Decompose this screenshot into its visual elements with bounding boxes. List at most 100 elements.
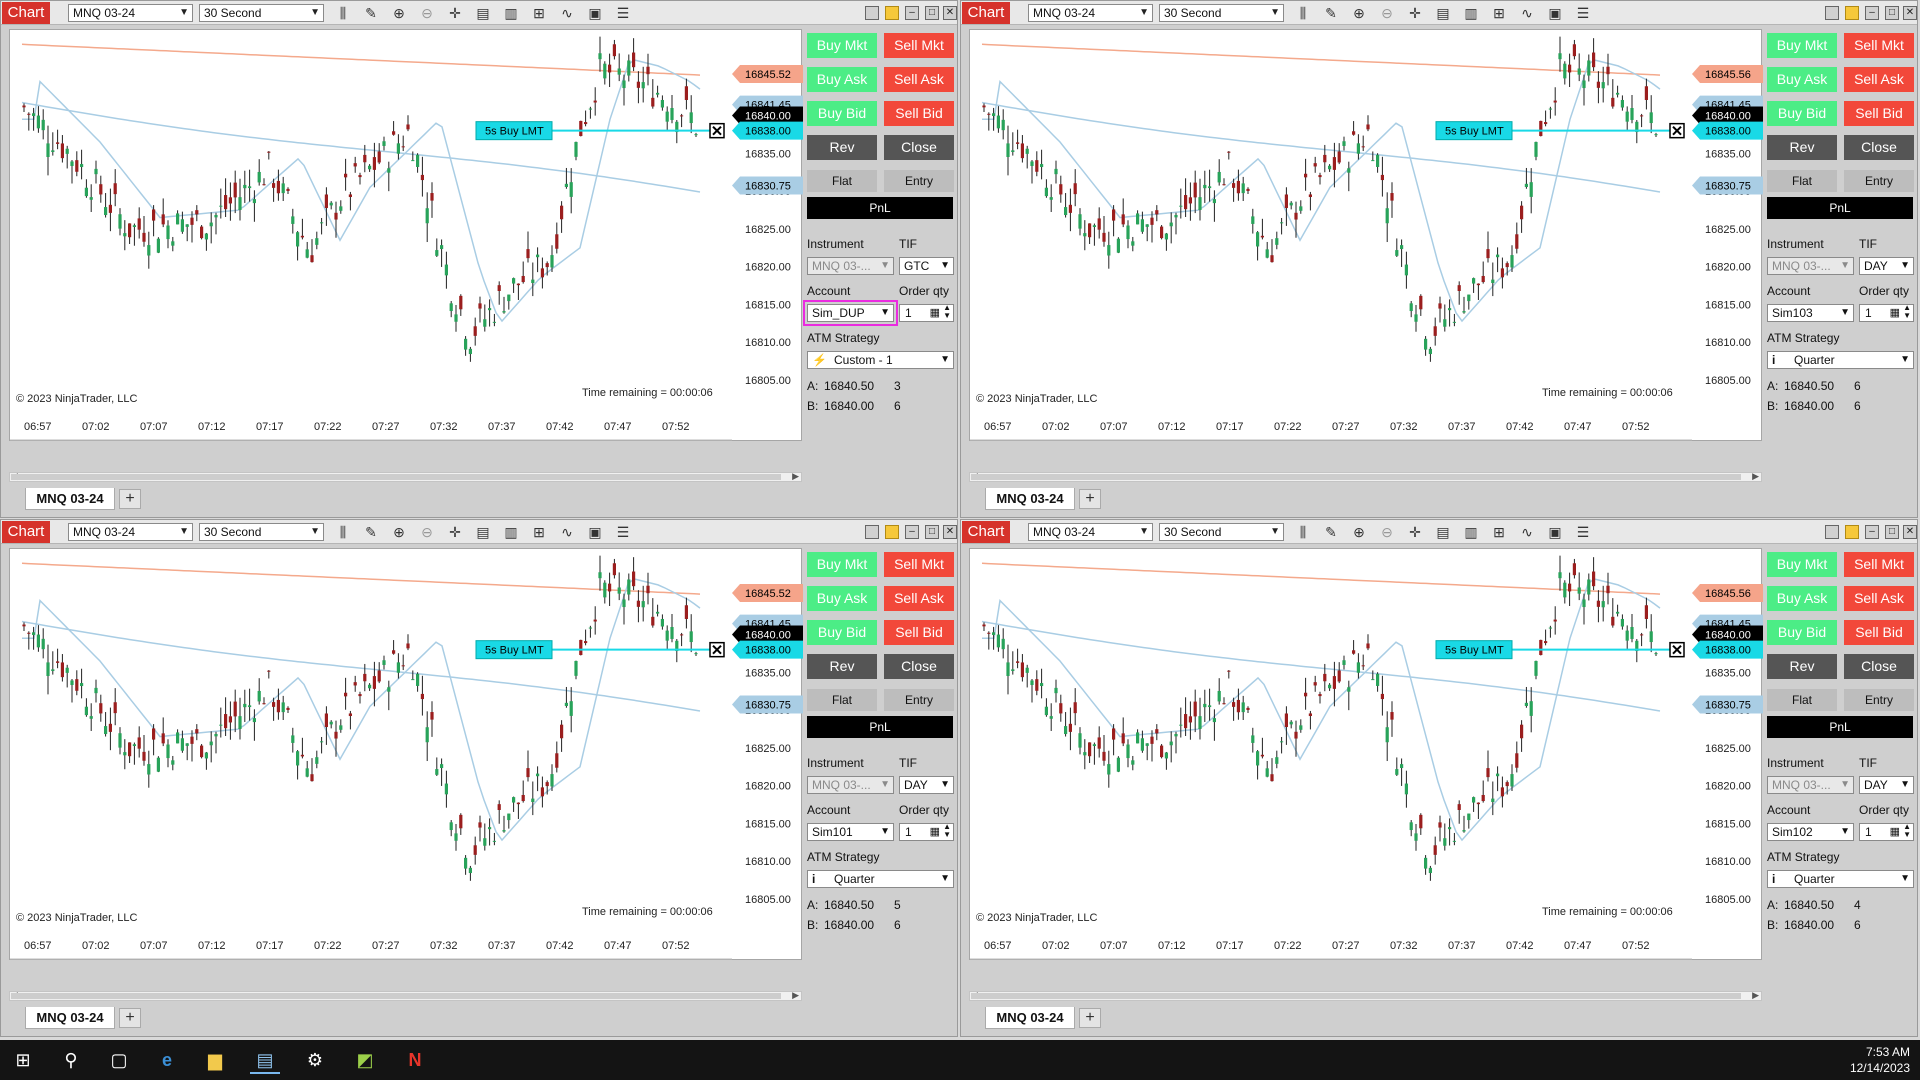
indicators-icon[interactable]: ⊞: [1491, 5, 1507, 21]
horizontal-scrollbar[interactable]: ◀ ▶: [9, 990, 802, 1001]
add-tab-button[interactable]: +: [119, 489, 141, 509]
instrument-field[interactable]: MNQ 03-... ▼: [1767, 257, 1854, 275]
spin-arrows-icon[interactable]: ▲ ▼: [1903, 304, 1911, 320]
sell-market-button[interactable]: Sell Mkt: [1844, 552, 1914, 577]
ninjatrader-logo-icon[interactable]: N: [400, 1046, 430, 1074]
tab-instrument[interactable]: MNQ 03-24: [25, 488, 115, 510]
scroll-right-icon[interactable]: ▶: [792, 990, 799, 1001]
buy-ask-button[interactable]: Buy Ask: [1767, 586, 1837, 611]
calculator-icon[interactable]: ▦: [930, 824, 940, 840]
zoom-out-icon[interactable]: ⊖: [419, 5, 435, 21]
settings-gear-icon[interactable]: ⚙: [300, 1046, 330, 1074]
maximize-icon[interactable]: □: [925, 6, 939, 20]
drawing-tool-icon[interactable]: ✎: [1323, 524, 1339, 540]
instrument-selector[interactable]: MNQ 03-24 ▼: [1028, 4, 1153, 22]
sell-ask-button[interactable]: Sell Ask: [1844, 67, 1914, 92]
instrument-field[interactable]: MNQ 03-... ▼: [1767, 776, 1854, 794]
buy-market-button[interactable]: Buy Mkt: [1767, 33, 1837, 58]
account-select[interactable]: Sim103 ▼: [1767, 304, 1854, 322]
data-box-icon[interactable]: ☰: [1575, 5, 1591, 21]
spin-arrows-icon[interactable]: ▲ ▼: [943, 304, 951, 320]
order-qty-stepper[interactable]: 1 ▦ ▲ ▼: [1859, 304, 1914, 322]
crosshair-icon[interactable]: ✛: [447, 524, 463, 540]
buy-bid-button[interactable]: Buy Bid: [1767, 620, 1837, 645]
calculator-icon[interactable]: ▦: [930, 305, 940, 321]
windows-start-icon[interactable]: ⊞: [8, 1046, 38, 1074]
instrument-field[interactable]: MNQ 03-... ▼: [807, 776, 894, 794]
crosshair-icon[interactable]: ✛: [1407, 524, 1423, 540]
properties-icon[interactable]: ▤: [475, 5, 491, 21]
atm-strategy-select[interactable]: i Quarter ▼: [807, 870, 954, 888]
link-window-icon[interactable]: [865, 6, 879, 20]
tab-instrument[interactable]: MNQ 03-24: [985, 488, 1075, 510]
calculator-icon[interactable]: ▦: [1890, 305, 1900, 321]
templates-icon[interactable]: ▣: [1547, 524, 1563, 540]
buy-ask-button[interactable]: Buy Ask: [807, 586, 877, 611]
data-box-icon[interactable]: ☰: [615, 5, 631, 21]
buy-bid-button[interactable]: Buy Bid: [807, 620, 877, 645]
add-tab-button[interactable]: +: [1079, 1008, 1101, 1028]
close-icon[interactable]: ✕: [943, 6, 957, 20]
chart-trader-icon[interactable]: ▥: [1463, 5, 1479, 21]
interval-selector[interactable]: 30 Second ▼: [199, 523, 324, 541]
window-title[interactable]: Chart: [2, 521, 50, 543]
ninjatrader-app-icon[interactable]: ▤: [250, 1046, 280, 1074]
instrument-selector[interactable]: MNQ 03-24 ▼: [68, 523, 193, 541]
chart-window-top-left[interactable]: Chart MNQ 03-24 ▼ 30 Second ▼ ⫼ ✎ ⊕ ⊖ ✛ ▤ …: [0, 0, 958, 518]
reverse-button[interactable]: Rev: [807, 135, 877, 160]
chart-area[interactable]: 5s Buy LMT16835.0016830.0016825.0016820.…: [969, 548, 1763, 960]
horizontal-scrollbar[interactable]: ◀ ▶: [969, 990, 1762, 1001]
atm-strategy-select[interactable]: i Quarter ▼: [1767, 351, 1914, 369]
minimize-icon[interactable]: –: [1865, 6, 1879, 20]
spin-arrows-icon[interactable]: ▲ ▼: [943, 823, 951, 839]
bar-type-icon[interactable]: ⫼: [1295, 5, 1311, 21]
tif-select[interactable]: DAY ▼: [1859, 776, 1914, 794]
color-link-icon[interactable]: [1845, 525, 1859, 539]
instrument-selector[interactable]: MNQ 03-24 ▼: [1028, 523, 1153, 541]
tab-instrument[interactable]: MNQ 03-24: [25, 1007, 115, 1029]
scroll-thumb[interactable]: [11, 993, 781, 999]
close-position-button[interactable]: Close: [1844, 135, 1914, 160]
crosshair-icon[interactable]: ✛: [1407, 5, 1423, 21]
scroll-thumb[interactable]: [11, 474, 781, 480]
calculator-icon[interactable]: ▦: [1890, 824, 1900, 840]
order-qty-stepper[interactable]: 1 ▦ ▲ ▼: [899, 823, 954, 841]
interval-selector[interactable]: 30 Second ▼: [199, 4, 324, 22]
chart-app-icon[interactable]: ◩: [350, 1046, 380, 1074]
tab-instrument[interactable]: MNQ 03-24: [985, 1007, 1075, 1029]
scroll-right-icon[interactable]: ▶: [1752, 471, 1759, 482]
drawing-tool-icon[interactable]: ✎: [363, 5, 379, 21]
sell-bid-button[interactable]: Sell Bid: [1844, 620, 1914, 645]
maximize-icon[interactable]: □: [1885, 525, 1899, 539]
horizontal-scrollbar[interactable]: ◀ ▶: [969, 471, 1762, 482]
link-window-icon[interactable]: [1825, 525, 1839, 539]
sell-ask-button[interactable]: Sell Ask: [884, 67, 954, 92]
zoom-in-icon[interactable]: ⊕: [1351, 5, 1367, 21]
zoom-out-icon[interactable]: ⊖: [1379, 524, 1395, 540]
interval-selector[interactable]: 30 Second ▼: [1159, 523, 1284, 541]
strategies-icon[interactable]: ∿: [559, 524, 575, 540]
indicators-icon[interactable]: ⊞: [1491, 524, 1507, 540]
add-tab-button[interactable]: +: [119, 1008, 141, 1028]
sell-bid-button[interactable]: Sell Bid: [884, 620, 954, 645]
window-title[interactable]: Chart: [962, 521, 1010, 543]
sell-bid-button[interactable]: Sell Bid: [884, 101, 954, 126]
spin-arrows-icon[interactable]: ▲ ▼: [1903, 823, 1911, 839]
templates-icon[interactable]: ▣: [587, 5, 603, 21]
buy-market-button[interactable]: Buy Mkt: [1767, 552, 1837, 577]
chart-window-bottom-right[interactable]: Chart MNQ 03-24 ▼ 30 Second ▼ ⫼ ✎ ⊕ ⊖ ✛ ▤ …: [960, 519, 1918, 1037]
close-icon[interactable]: ✕: [1903, 6, 1917, 20]
strategies-icon[interactable]: ∿: [559, 5, 575, 21]
interval-selector[interactable]: 30 Second ▼: [1159, 4, 1284, 22]
chart-area[interactable]: 5s Buy LMT16835.0016830.0016825.0016820.…: [9, 29, 803, 441]
link-window-icon[interactable]: [1825, 6, 1839, 20]
zoom-in-icon[interactable]: ⊕: [1351, 524, 1367, 540]
sell-market-button[interactable]: Sell Mkt: [884, 552, 954, 577]
file-explorer-icon[interactable]: ▆: [200, 1046, 230, 1074]
reverse-button[interactable]: Rev: [807, 654, 877, 679]
sell-ask-button[interactable]: Sell Ask: [1844, 586, 1914, 611]
chart-window-bottom-left[interactable]: Chart MNQ 03-24 ▼ 30 Second ▼ ⫼ ✎ ⊕ ⊖ ✛ ▤ …: [0, 519, 958, 1037]
order-qty-stepper[interactable]: 1 ▦ ▲ ▼: [899, 304, 954, 322]
chart-area[interactable]: 5s Buy LMT16835.0016830.0016825.0016820.…: [969, 29, 1763, 441]
instrument-selector[interactable]: MNQ 03-24 ▼: [68, 4, 193, 22]
